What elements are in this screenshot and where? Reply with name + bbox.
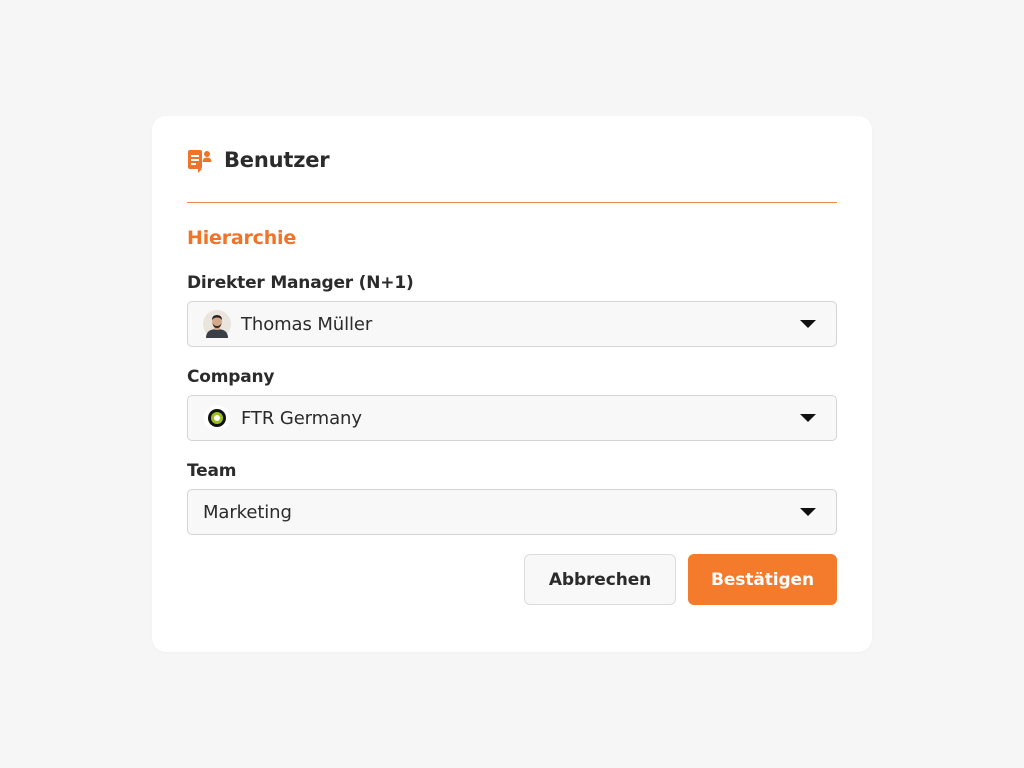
- user-card-icon: [187, 147, 213, 173]
- team-label: Team: [187, 461, 237, 481]
- dialog-header: Benutzer: [187, 116, 837, 203]
- company-select[interactable]: FTR Germany: [187, 395, 837, 441]
- dialog-actions: Abbrechen Bestätigen: [187, 554, 837, 605]
- user-dialog: Benutzer Hierarchie Direkter Manager (N+…: [152, 116, 872, 652]
- chevron-down-icon: [800, 414, 816, 422]
- avatar: [203, 310, 231, 338]
- team-value: Marketing: [203, 501, 292, 523]
- confirm-button[interactable]: Bestätigen: [688, 554, 837, 605]
- company-logo: [203, 404, 231, 432]
- company-value: FTR Germany: [241, 407, 362, 429]
- company-label: Company: [187, 367, 275, 387]
- manager-label: Direkter Manager (N+1): [187, 273, 414, 293]
- chevron-down-icon: [800, 508, 816, 516]
- manager-value: Thomas Müller: [241, 313, 373, 335]
- manager-select[interactable]: Thomas Müller: [187, 301, 837, 347]
- chevron-down-icon: [800, 320, 816, 328]
- team-select[interactable]: Marketing: [187, 489, 837, 535]
- dialog-title: Benutzer: [224, 147, 330, 172]
- section-title: Hierarchie: [187, 227, 297, 249]
- cancel-button[interactable]: Abbrechen: [524, 554, 676, 605]
